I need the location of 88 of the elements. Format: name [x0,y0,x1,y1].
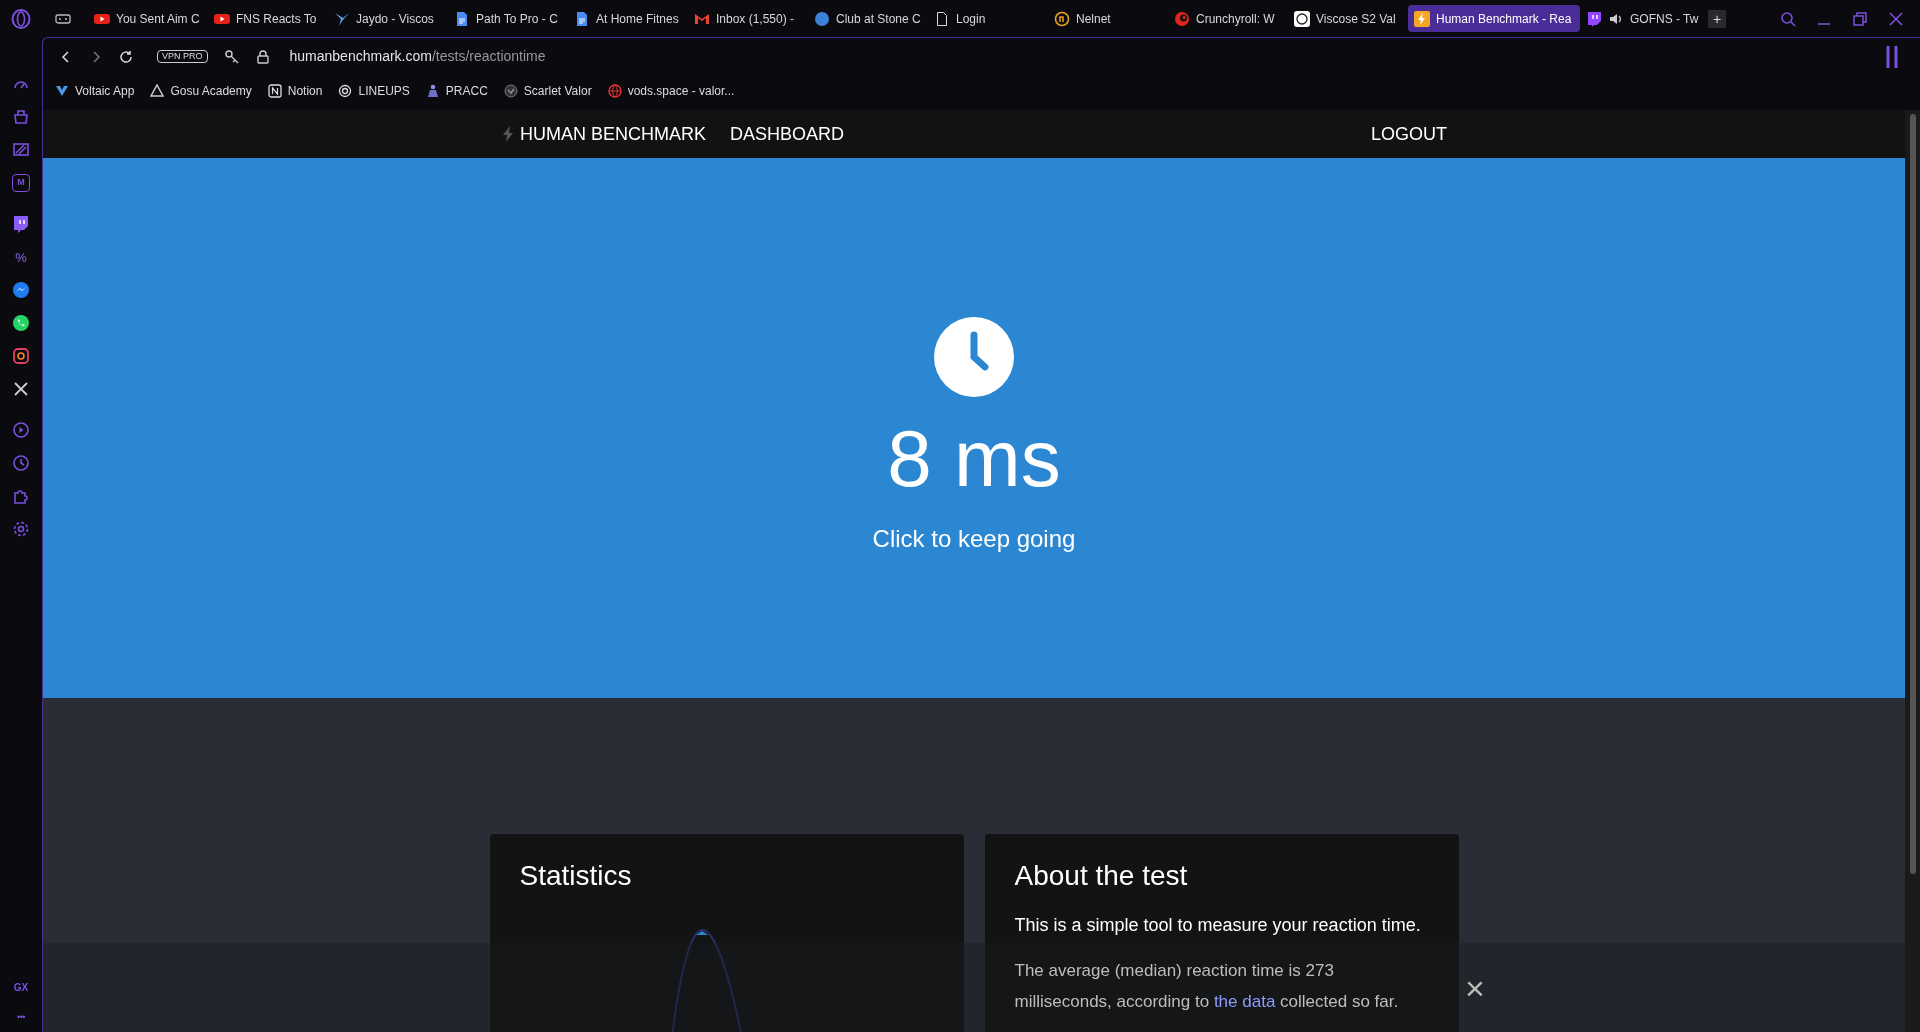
lead-text: This is a simple tool to measure your reaction time. [1014,914,1422,937]
prompt-text: Click to keep going [872,524,1076,554]
gx-label[interactable]: GX [13,979,29,995]
figure-icon [425,83,440,98]
browser-logo-icon[interactable] [11,8,31,29]
tab-title: Club at Stone C [836,10,921,28]
dashboard-link[interactable]: DASHBOARD [730,120,845,148]
twitch-icon[interactable] [12,215,30,233]
card-title: Statistics [519,862,633,890]
percent-icon[interactable]: % [15,250,27,264]
browser-tab[interactable]: Jaydo - Viscos [328,5,448,32]
address-field[interactable]: humanbenchmark.com/tests/reactiontime [289,46,1868,67]
circle-icon [814,10,830,27]
close-button[interactable]: × [1465,970,1485,1005]
close-icon[interactable] [1888,10,1904,27]
tab-title: Inbox (1,550) - [716,10,795,28]
triangle-icon [150,83,165,98]
browser-tab[interactable]: You Sent Aim C [88,5,208,32]
sidebar-toggle-icon[interactable] [1884,44,1900,69]
bookmark-item[interactable]: Scarlet Valor [503,81,592,100]
swirl-icon [1174,10,1190,27]
tab-title: Crunchyroll: W [1196,10,1275,28]
card-title: About the test [1014,862,1189,890]
browser-tab[interactable]: Club at Stone C [808,5,928,32]
bag-icon[interactable] [12,108,30,126]
browser-tab[interactable]: Crunchyroll: W [1168,5,1288,32]
messenger-icon[interactable] [12,281,30,299]
tab-title: FNS Reacts To [236,10,317,28]
bookmark-item[interactable]: LINEUPS [338,81,410,100]
document-icon [454,10,470,27]
tab-title: At Home Fitnes [596,10,679,28]
lightning-icon [1414,10,1430,27]
history-icon[interactable] [12,454,30,472]
lock-icon[interactable] [255,49,270,64]
browser-tab[interactable]: Viscose S2 Val [1288,5,1408,32]
bookmark-item[interactable]: Notion [267,81,323,100]
document-icon [574,10,590,27]
tab-title: You Sent Aim C [116,10,200,28]
tab-title: Jaydo - Viscos [356,10,434,28]
scrollbar-thumb[interactable] [1909,114,1916,874]
tab-title: Nelnet [1076,10,1111,28]
result-text: 8 ms [887,419,1061,499]
settings-icon[interactable] [12,520,30,538]
tab-title: Viscose S2 Val [1316,10,1396,28]
average-text: The average (median) reaction time is 273 milliseconds, according to the data collected so far. [1014,960,1400,1013]
coin-icon [1054,10,1070,27]
logout-link[interactable]: LOGOUT [1371,120,1447,148]
browser-tab[interactable]: Inbox (1,550) - [688,5,808,32]
browser-tab[interactable]: Login [928,5,1048,32]
x-logo-icon[interactable] [12,380,30,398]
browser-tab[interactable]: GOFNS - Tw [1580,5,1700,32]
camera-icon[interactable] [12,347,30,365]
browser-tab[interactable]: Nelnet [1048,5,1168,32]
data-link[interactable]: the data [1213,992,1276,1011]
tab-title: GOFNS - Tw [1630,10,1699,28]
vpn-badge[interactable]: VPN PRO [157,50,208,63]
knot-icon [1294,10,1310,27]
bookmark-item[interactable]: Gosu Academy [150,81,252,100]
play-icon[interactable] [12,421,30,439]
striped-window-icon[interactable] [12,141,30,159]
page-icon [934,10,950,27]
reaction-test-area[interactable]: 8 ms Click to keep going [43,158,1905,698]
tab-title: Login [956,10,986,28]
twitch-icon [1586,10,1602,27]
bookmark-item[interactable]: PRACC [425,81,488,100]
browser-tab[interactable]: At Home Fitnes [568,5,688,32]
tab-title: Human Benchmark - Rea [1436,10,1572,28]
bookmark-item[interactable]: vods.space - valor... [607,81,735,100]
v-icon [55,83,69,98]
new-tab-button[interactable]: + [1708,9,1726,28]
m-box-icon[interactable]: M [12,174,30,192]
key-icon[interactable] [223,48,240,65]
globe-icon [607,83,622,98]
search-icon[interactable] [1780,10,1796,27]
puzzle-icon[interactable] [12,487,30,505]
browser-tab[interactable]: Path To Pro - C [448,5,568,32]
phone-bubble-icon[interactable] [12,314,30,332]
bookmark-item[interactable]: Voltaic App [55,81,135,100]
brand-link[interactable]: HUMAN BENCHMARK [520,120,706,148]
lightning-icon [502,126,514,142]
more-icon[interactable]: ••• [16,1010,26,1024]
clock-icon [934,317,1014,397]
tab-title: Path To Pro - C [476,10,558,28]
target-icon [338,83,353,98]
restore-icon[interactable] [1852,10,1868,27]
browser-tab[interactable]: Human Benchmark - Rea [1408,5,1580,32]
reload-icon[interactable] [119,49,133,64]
browser-tab[interactable]: FNS Reacts To [208,5,328,32]
